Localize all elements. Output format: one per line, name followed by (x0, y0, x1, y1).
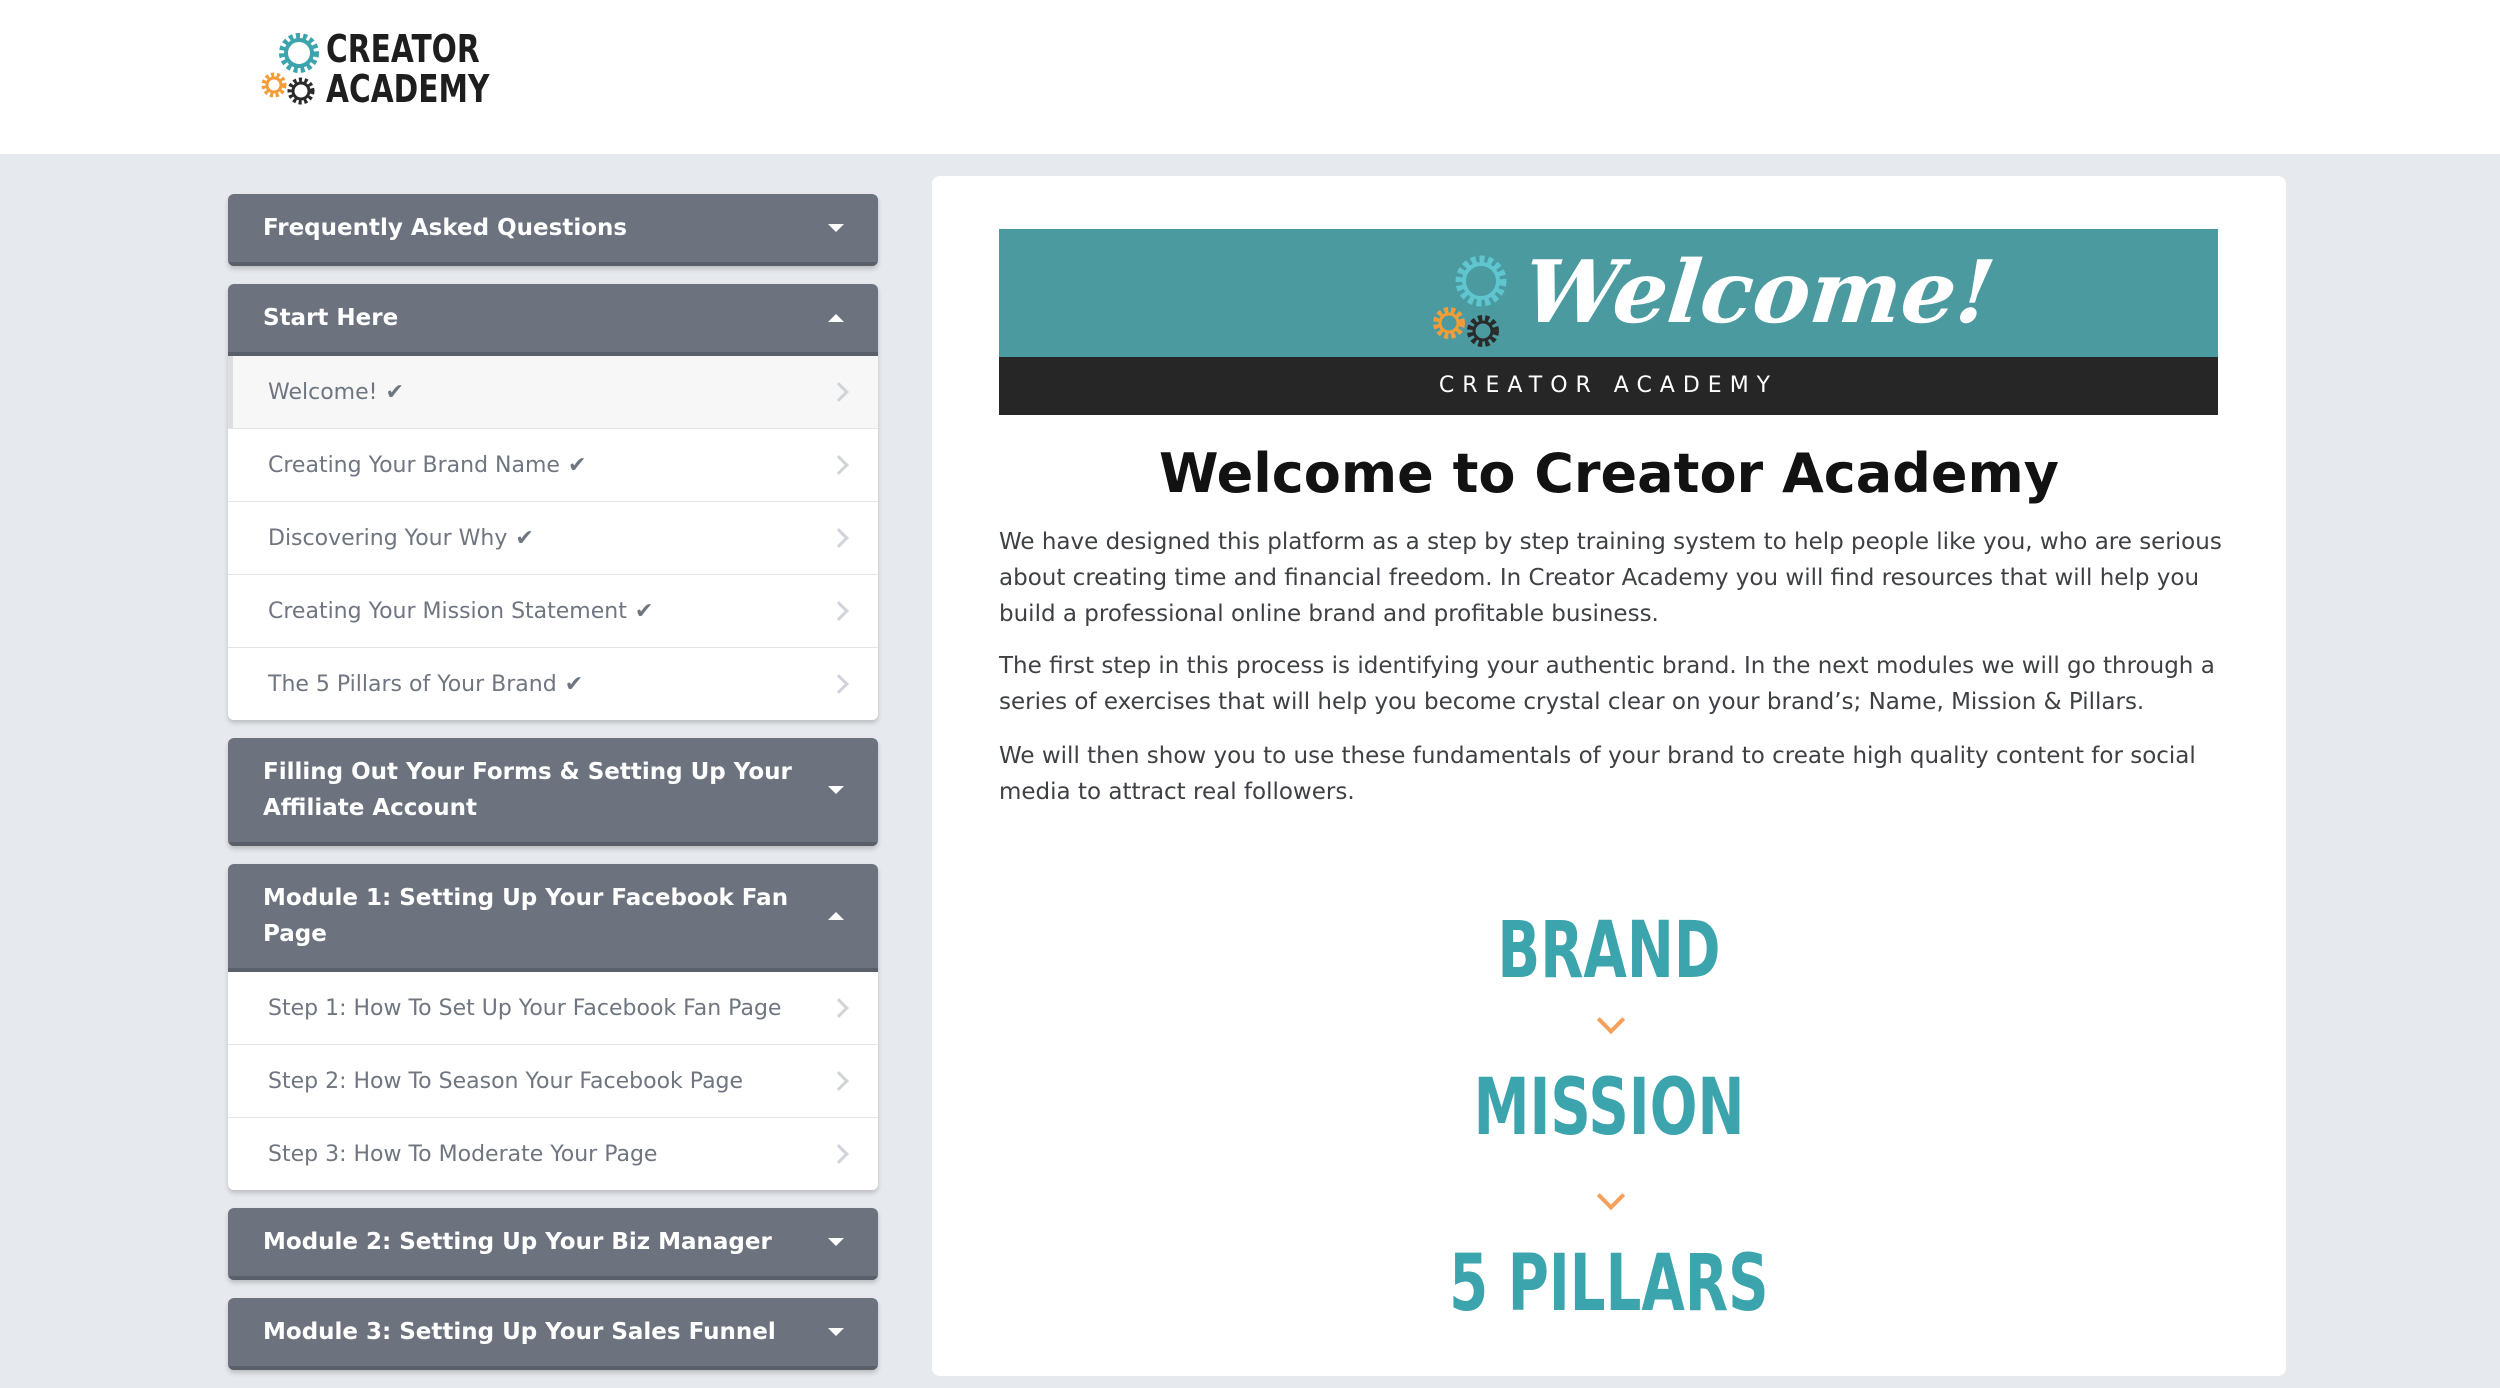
flow-label: 5 PILLARS (1449, 1239, 1769, 1329)
checkmark-icon: ✔ (567, 452, 587, 478)
creator-academy-logo[interactable]: CREATOR ACADEMY (258, 24, 536, 114)
caret-down-icon (828, 786, 844, 794)
lesson-label: The 5 Pillars of Your Brand (268, 671, 557, 697)
intro-paragraph-3: We will then show you to use these funda… (999, 743, 2196, 805)
gears-icon (1431, 247, 1511, 347)
flow-label: MISSION (1473, 1063, 1745, 1153)
lesson-label: Discovering Your Why (268, 525, 508, 551)
chevron-right-icon (829, 455, 849, 475)
section-title: Module 1: Setting Up Your Facebook Fan P… (263, 885, 789, 947)
banner-welcome-text: Welcome! (1518, 242, 2000, 343)
lesson-item-step-3[interactable]: Step 3: How To Moderate Your Page (228, 1117, 878, 1190)
lesson-label: Step 3: How To Moderate Your Page (268, 1141, 658, 1167)
caret-up-icon (828, 314, 844, 322)
section-module-3: Module 3: Setting Up Your Sales Funnel (228, 1298, 878, 1370)
section-forms-affiliate: Filling Out Your Forms & Setting Up Your… (228, 738, 878, 846)
checkmark-icon: ✔ (385, 379, 404, 405)
section-faq: Frequently Asked Questions (228, 194, 878, 266)
chevron-right-icon (829, 1144, 849, 1164)
course-sidebar: Frequently Asked Questions Start Here We… (228, 194, 878, 1388)
chevron-right-icon (829, 1071, 849, 1091)
chevron-right-icon (829, 528, 849, 548)
lesson-content-panel: Welcome! CREATOR ACADEMY Welcome to Crea… (932, 176, 2286, 1376)
welcome-banner: Welcome! CREATOR ACADEMY (999, 229, 2218, 415)
lesson-label: Step 2: How To Season Your Facebook Page (268, 1068, 744, 1094)
lesson-item-brand-name[interactable]: Creating Your Brand Name ✔ (228, 428, 878, 501)
section-header-forms-affiliate[interactable]: Filling Out Your Forms & Setting Up Your… (228, 738, 878, 846)
intro-paragraph-2: The first step in this process is identi… (999, 653, 2215, 715)
section-title: Start Here (263, 305, 399, 331)
lesson-label: Step 1: How To Set Up Your Facebook Fan … (268, 995, 782, 1021)
flow-label: BRAND (1497, 906, 1721, 996)
section-header-faq[interactable]: Frequently Asked Questions (228, 194, 878, 266)
section-start-here: Start Here Welcome! ✔ Creating Your Bran… (228, 284, 878, 720)
lesson-label: Creating Your Mission Statement (268, 598, 627, 624)
caret-down-icon (828, 224, 844, 232)
lesson-item-mission-statement[interactable]: Creating Your Mission Statement ✔ (228, 574, 878, 647)
section-title: Frequently Asked Questions (263, 215, 628, 241)
chevron-down-icon (1596, 1005, 1626, 1035)
intro-paragraph-1: We have designed this platform as a step… (999, 529, 2222, 627)
checkmark-icon: ✔ (515, 525, 534, 551)
chevron-right-icon (829, 998, 849, 1018)
chevron-right-icon (829, 674, 849, 694)
chevron-right-icon (829, 382, 849, 402)
page-title: Welcome to Creator Academy (1159, 442, 2059, 505)
lesson-item-step-1[interactable]: Step 1: How To Set Up Your Facebook Fan … (228, 972, 878, 1044)
section-title: Filling Out Your Forms & Setting Up Your… (263, 759, 792, 821)
flow-step-5-pillars: 5 PILLARS (932, 1234, 2286, 1334)
caret-down-icon (828, 1238, 844, 1246)
flow-step-mission: MISSION (932, 1058, 2286, 1158)
section-header-module-3[interactable]: Module 3: Setting Up Your Sales Funnel (228, 1298, 878, 1370)
section-module-2: Module 2: Setting Up Your Biz Manager (228, 1208, 878, 1280)
chevron-down-icon (1596, 1181, 1626, 1211)
top-header: CREATOR ACADEMY (0, 0, 2500, 154)
banner-subtitle: CREATOR ACADEMY (999, 357, 2218, 415)
logo-line-1: CREATOR (326, 27, 480, 71)
section-header-start-here[interactable]: Start Here (228, 284, 878, 356)
lesson-item-welcome[interactable]: Welcome! ✔ (228, 356, 878, 428)
flow-step-brand: BRAND (932, 901, 2286, 1001)
section-module-1: Module 1: Setting Up Your Facebook Fan P… (228, 864, 878, 1190)
section-title: Module 2: Setting Up Your Biz Manager (263, 1229, 772, 1255)
caret-down-icon (828, 1328, 844, 1336)
gears-logo-icon (258, 24, 324, 114)
logo-wordmark: CREATOR ACADEMY (326, 29, 536, 109)
logo-line-2: ACADEMY (326, 67, 490, 111)
lesson-label: Welcome! (268, 379, 378, 405)
lesson-item-your-why[interactable]: Discovering Your Why ✔ (228, 501, 878, 574)
lesson-item-step-2[interactable]: Step 2: How To Season Your Facebook Page (228, 1044, 878, 1117)
caret-up-icon (828, 912, 844, 920)
lesson-label: Creating Your Brand Name (268, 452, 560, 478)
lesson-item-5-pillars[interactable]: The 5 Pillars of Your Brand ✔ (228, 647, 878, 720)
section-header-module-2[interactable]: Module 2: Setting Up Your Biz Manager (228, 1208, 878, 1280)
checkmark-icon: ✔ (564, 671, 584, 697)
section-header-module-1[interactable]: Module 1: Setting Up Your Facebook Fan P… (228, 864, 878, 972)
chevron-right-icon (829, 601, 849, 621)
section-title: Module 3: Setting Up Your Sales Funnel (263, 1319, 776, 1345)
checkmark-icon: ✔ (634, 598, 654, 624)
